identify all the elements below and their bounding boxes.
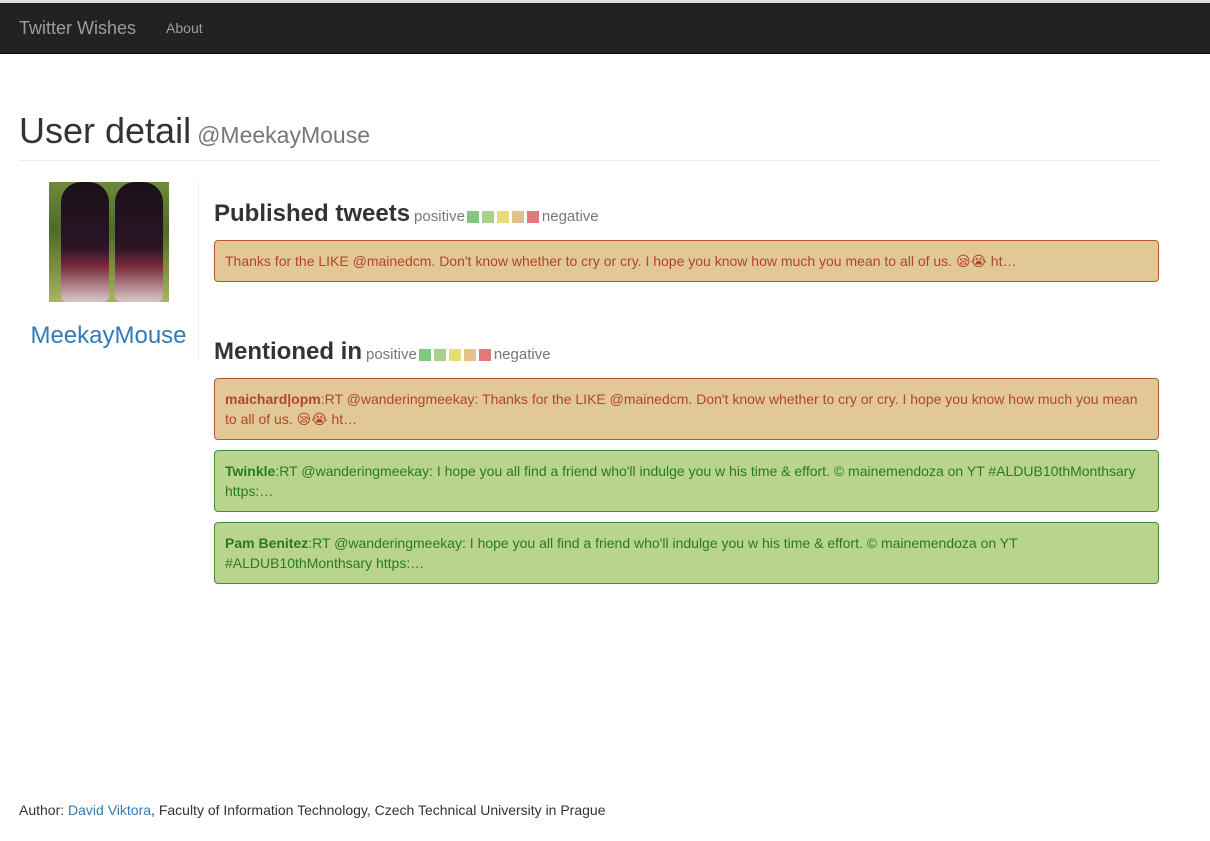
username-link[interactable]: MeekayMouse	[19, 322, 198, 350]
mention-author: maichard|opm	[225, 391, 321, 407]
published-tweets-title: Published tweets	[214, 200, 411, 227]
legend-swatch	[433, 348, 446, 361]
legend-swatch	[463, 348, 476, 361]
page-title: User detail	[19, 110, 192, 151]
user-sidebar: MeekayMouse	[19, 182, 199, 360]
legend-negative-label: negative	[493, 346, 551, 363]
page-header: User detail @MeekayMouse	[19, 110, 1160, 161]
legend-swatch	[496, 210, 509, 223]
legend-swatch	[448, 348, 461, 361]
sentiment-legend: positive negative	[366, 346, 551, 363]
footer-prefix: Author:	[19, 802, 69, 818]
nav-about-link[interactable]: About	[166, 20, 203, 36]
legend-swatch	[511, 210, 524, 223]
mention-author: Twinkle	[225, 463, 276, 479]
main-content: Published tweets positive negative Thank…	[214, 200, 1159, 594]
legend-swatch	[478, 348, 491, 361]
mentioned-in-heading: Mentioned in positive negative	[214, 338, 1159, 366]
avatar-figure-left	[60, 182, 109, 302]
mention-card: Twinkle:RT @wanderingmeekay: I hope you …	[214, 450, 1159, 512]
published-tweets-heading: Published tweets positive negative	[214, 200, 1159, 228]
legend-swatch	[418, 348, 431, 361]
tweet-card: Thanks for the LIKE @mainedcm. Don't kno…	[214, 240, 1159, 282]
footer-affiliation: , Faculty of Information Technology, Cze…	[151, 802, 606, 818]
user-handle: @MeekayMouse	[197, 122, 370, 148]
tweet-text: Thanks for the LIKE @mainedcm. Don't kno…	[225, 253, 1017, 269]
mentioned-in-title: Mentioned in	[214, 338, 362, 365]
footer: Author: David Viktora, Faculty of Inform…	[19, 802, 606, 818]
legend-positive-label: positive	[365, 346, 417, 363]
brand-link[interactable]: Twitter Wishes	[19, 18, 136, 39]
sentiment-legend: positive negative	[414, 208, 599, 225]
legend-swatch	[481, 210, 494, 223]
mention-card: maichard|opm:RT @wanderingmeekay: Thanks…	[214, 378, 1159, 440]
avatar-figure-right	[114, 182, 163, 302]
mention-author: Pam Benitez	[225, 535, 309, 551]
mention-text: :RT @wanderingmeekay: I hope you all fin…	[225, 535, 1018, 571]
navbar: Twitter Wishes About	[0, 3, 1210, 54]
legend-positive-label: positive	[414, 208, 465, 225]
avatar[interactable]	[48, 182, 169, 302]
mention-text: :RT @wanderingmeekay: I hope you all fin…	[225, 463, 1136, 499]
mention-text: :RT @wanderingmeekay: Thanks for the LIK…	[225, 391, 1138, 427]
author-link[interactable]: David Viktora	[68, 802, 151, 818]
legend-negative-label: negative	[541, 208, 599, 225]
legend-swatch	[526, 210, 539, 223]
mention-card: Pam Benitez:RT @wanderingmeekay: I hope …	[214, 522, 1159, 584]
legend-swatch	[466, 210, 479, 223]
